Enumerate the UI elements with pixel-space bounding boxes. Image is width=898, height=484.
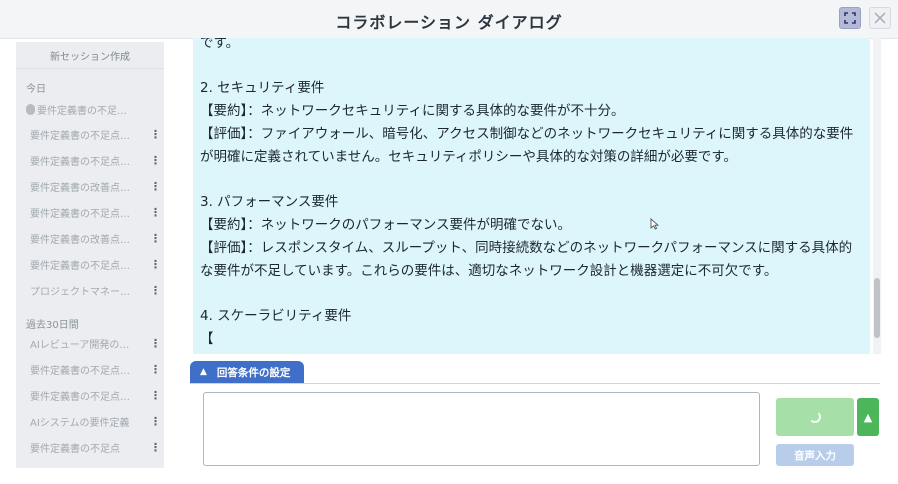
more-menu-icon[interactable]: ⋮ — [150, 232, 161, 245]
more-menu-icon[interactable]: ⋮ — [150, 389, 161, 402]
sidebar-item-past-5[interactable]: 要件定義書の不足点 ⋮ — [22, 435, 161, 459]
loading-spinner-icon — [809, 411, 821, 423]
tab-label: 回答条件の設定 — [216, 366, 291, 379]
triangle-up-icon: ▲ — [200, 367, 207, 377]
scrollbar-thumb[interactable] — [874, 278, 880, 338]
sidebar-item-past-1[interactable]: AIレビューア開発の… ⋮ — [22, 331, 161, 355]
summary-text: 【要約】：ネットワークのパフォーマンス要件が明確でない。 — [200, 217, 571, 233]
message-input[interactable] — [203, 392, 760, 466]
maximize-button[interactable] — [839, 7, 861, 29]
close-button[interactable] — [869, 7, 891, 29]
sidebar-item-session-7[interactable]: 要件定義書の不足点… ⋮ — [22, 252, 161, 276]
title-bar: コラボレーション ダイアログ — [0, 0, 898, 39]
sidebar-item-label: 要件定義書の不足点 — [30, 443, 120, 455]
sidebar-item-session-3[interactable]: 要件定義書の不足点… ⋮ — [22, 148, 161, 172]
sidebar-item-label: AIシステムの要件定義 — [30, 417, 130, 429]
expand-icon — [844, 12, 856, 24]
sidebar-item-session-6[interactable]: 要件定義書の改善点… ⋮ — [22, 226, 161, 250]
window-title: コラボレーション ダイアログ — [335, 13, 563, 32]
section-label-past-30-days: 過去30日間 — [26, 320, 79, 331]
sidebar-item-label: AIレビューア開発の… — [30, 339, 130, 351]
more-menu-icon[interactable]: ⋮ — [150, 337, 161, 350]
sidebar-item-label: 要件定義書の改善点… — [30, 182, 130, 194]
sidebar-item-session-1[interactable]: 要件定義書の不足… — [22, 97, 160, 121]
session-sidebar: 新セッション作成 今日 要件定義書の不足… 要件定義書の不足点… ⋮ 要件定義書… — [16, 42, 164, 468]
sidebar-item-session-4[interactable]: 要件定義書の改善点… ⋮ — [22, 174, 161, 198]
response-text: です。 2. セキュリティ要件 【要約】：ネットワークセキュリティに関する具体的… — [200, 38, 864, 351]
sidebar-item-label: 要件定義書の不足点… — [30, 156, 130, 168]
text-fragment: 【 — [200, 331, 214, 347]
more-menu-icon[interactable]: ⋮ — [150, 284, 161, 297]
sidebar-item-label: 要件定義書の改善点… — [30, 234, 130, 246]
sidebar-item-session-5[interactable]: 要件定義書の不足点… ⋮ — [22, 200, 161, 224]
summary-text: 【要約】：ネットワークセキュリティに関する具体的な要件が不十分。 — [200, 103, 625, 119]
sidebar-item-label: 要件定義書の不足点… — [30, 208, 130, 220]
section-heading: 2. セキュリティ要件 — [200, 80, 325, 96]
send-button[interactable] — [776, 398, 854, 436]
more-menu-icon[interactable]: ⋮ — [150, 441, 161, 454]
section-label-today: 今日 — [26, 84, 46, 95]
more-menu-icon[interactable]: ⋮ — [150, 363, 161, 376]
mouse-cursor-icon — [650, 218, 660, 233]
close-icon — [874, 12, 886, 24]
answer-settings-tab[interactable]: ▲ 回答条件の設定 — [190, 361, 304, 383]
sidebar-item-label: プロジェクトマネー… — [30, 286, 130, 298]
expand-options-button[interactable]: ▲ — [857, 398, 879, 436]
sidebar-item-label: 要件定義書の不足… — [37, 105, 127, 117]
sidebar-item-label: 要件定義書の不足点… — [30, 365, 130, 377]
sidebar-item-session-2[interactable]: 要件定義書の不足点… ⋮ — [22, 122, 161, 146]
more-menu-icon[interactable]: ⋮ — [150, 180, 161, 193]
chevron-up-icon: ▲ — [863, 410, 873, 424]
voice-input-button[interactable]: 音声入力 — [776, 444, 854, 466]
active-session-icon — [26, 103, 35, 115]
text-fragment: です。 — [200, 38, 240, 51]
new-session-button[interactable]: 新セッション作成 — [16, 42, 164, 69]
section-heading: 4. スケーラビリティ要件 — [200, 308, 352, 324]
sidebar-item-label: 要件定義書の不足点… — [30, 260, 130, 272]
sidebar-item-past-2[interactable]: 要件定義書の不足点… ⋮ — [22, 357, 161, 381]
more-menu-icon[interactable]: ⋮ — [150, 154, 161, 167]
evaluation-text: 【評価】：ファイアウォール、暗号化、アクセス制御などのネットワークセキュリティに… — [200, 126, 854, 165]
more-menu-icon[interactable]: ⋮ — [150, 258, 161, 271]
sidebar-item-past-3[interactable]: 要件定義書の不足点… ⋮ — [22, 383, 161, 407]
section-heading: 3. パフォーマンス要件 — [200, 194, 339, 210]
divider — [190, 383, 880, 384]
sidebar-item-past-4[interactable]: AIシステムの要件定義 ⋮ — [22, 409, 161, 433]
more-menu-icon[interactable]: ⋮ — [150, 128, 161, 141]
sidebar-item-label: 要件定義書の不足点… — [30, 391, 130, 403]
more-menu-icon[interactable]: ⋮ — [150, 415, 161, 428]
sidebar-item-label: 要件定義書の不足点… — [30, 130, 130, 142]
response-panel: です。 2. セキュリティ要件 【要約】：ネットワークセキュリティに関する具体的… — [193, 38, 870, 354]
evaluation-text: 【評価】：レスポンスタイム、スループット、同時接続数などのネットワークパフォーマ… — [200, 240, 853, 279]
sidebar-item-session-8[interactable]: プロジェクトマネー… ⋮ — [22, 278, 161, 302]
more-menu-icon[interactable]: ⋮ — [150, 206, 161, 219]
